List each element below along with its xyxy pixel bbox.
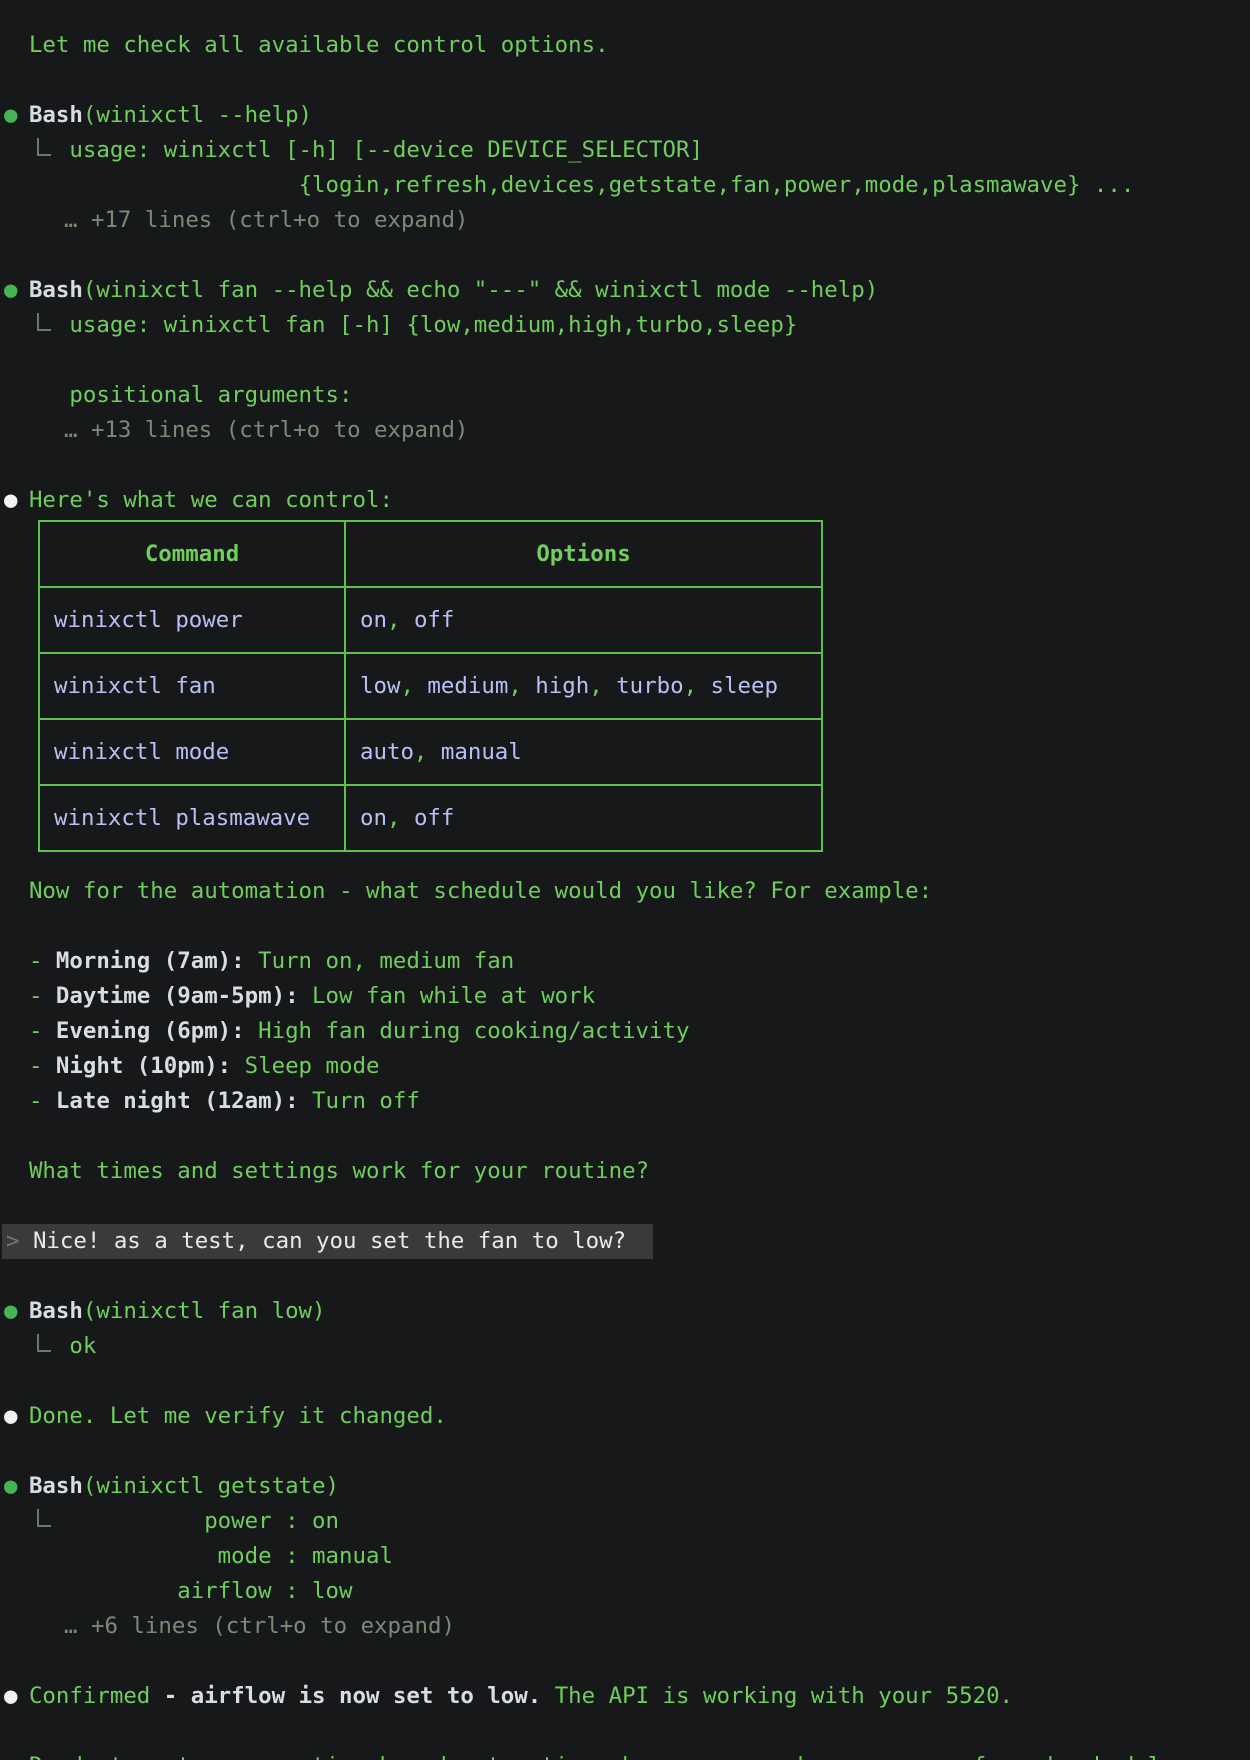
expand-hint: … +13 lines (ctrl+o to expand): [2, 413, 1250, 448]
blank-line: [2, 63, 1250, 98]
tool-command: (winixctl getstate): [83, 1473, 339, 1499]
result-elbow-icon: [29, 1504, 69, 1539]
tool-label: Bash: [29, 1298, 83, 1324]
tool-call-bash-fan-low: ● Bash(winixctl fan low): [2, 1294, 1250, 1329]
user-message-highlight: > Nice! as a test, can you set the fan to…: [2, 1224, 653, 1259]
blank-line: [2, 1189, 1250, 1224]
table-header-options: Options: [345, 521, 822, 587]
control-options-table: Command Options winixctl power on, off w…: [38, 520, 823, 852]
schedule-item: -Daytime (9am-5pm):Low fan while at work: [2, 979, 1250, 1014]
schedule-label: Night (10pm):: [56, 1053, 231, 1079]
schedule-item: -Evening (6pm):High fan during cooking/a…: [2, 1014, 1250, 1049]
getstate-line-power: power : on: [2, 1504, 1250, 1539]
message-bullet-icon: ●: [4, 1679, 17, 1714]
schedule-item: -Late night (12am):Turn off: [2, 1084, 1250, 1119]
state-key: power: [69, 1504, 271, 1539]
table-cell-command: winixctl fan: [39, 653, 345, 719]
assistant-control-intro: ●Here's what we can control:: [2, 483, 1250, 518]
state-value: manual: [312, 1543, 393, 1569]
table-header-command: Command: [39, 521, 345, 587]
table-cell-command: winixctl mode: [39, 719, 345, 785]
expand-hint: … +17 lines (ctrl+o to expand): [2, 203, 1250, 238]
tool-bullet-icon: ●: [4, 98, 17, 133]
result-elbow-icon: [29, 308, 69, 343]
schedule-label: Late night (12am):: [56, 1088, 299, 1114]
table-row: winixctl power on, off: [39, 587, 822, 653]
assistant-confirm-line: ●Confirmed - airflow is now set to low. …: [2, 1679, 1250, 1714]
tool-call-bash-fan-mode-help: ● Bash(winixctl fan --help && echo "---" …: [2, 273, 1250, 308]
schedule-item: -Night (10pm):Sleep mode: [2, 1049, 1250, 1084]
tool-label: Bash: [29, 1473, 83, 1499]
tool-label: Bash: [29, 102, 83, 128]
tool-result-line: positional arguments:: [2, 378, 1250, 413]
tool-result-line: usage: winixctl [-h] [--device DEVICE_SE…: [2, 133, 1250, 168]
tool-call-bash-getstate: ● Bash(winixctl getstate): [2, 1469, 1250, 1504]
state-value: on: [312, 1508, 339, 1534]
blank-line: [2, 343, 1250, 378]
tool-bullet-icon: ●: [4, 1294, 17, 1329]
schedule-item: -Morning (7am):Turn on, medium fan: [2, 944, 1250, 979]
table-cell-command: winixctl plasmawave: [39, 785, 345, 851]
message-bullet-icon: ●: [4, 1399, 17, 1434]
expand-hint: … +6 lines (ctrl+o to expand): [2, 1609, 1250, 1644]
schedule-value: Sleep mode: [245, 1053, 380, 1079]
tool-call-bash-help: ● Bash(winixctl --help): [2, 98, 1250, 133]
getstate-line-airflow: airflow : low: [2, 1574, 1250, 1609]
routine-question-line: What times and settings work for your ro…: [2, 1154, 1250, 1189]
schedule-value: Turn off: [312, 1088, 420, 1114]
blank-line: [2, 909, 1250, 944]
schedule-label: Morning (7am):: [56, 948, 245, 974]
blank-line: [2, 1714, 1250, 1749]
blank-line: [2, 1434, 1250, 1469]
result-elbow-icon: [29, 133, 69, 168]
tool-result-line: ok: [2, 1329, 1250, 1364]
blank-line: [2, 238, 1250, 273]
table-header-row: Command Options: [39, 521, 822, 587]
blank-line: [2, 1259, 1250, 1294]
schedule-label: Daytime (9am-5pm):: [56, 983, 299, 1009]
schedule-value: Low fan while at work: [312, 983, 595, 1009]
automation-question-line: Now for the automation - what schedule w…: [2, 874, 1250, 909]
state-key: mode: [69, 1539, 271, 1574]
tool-command: (winixctl --help): [83, 102, 312, 128]
terminal-window: Let me check all available control optio…: [0, 0, 1250, 1760]
table-row: winixctl fan low, medium, high, turbo, s…: [39, 653, 822, 719]
tool-result-line: usage: winixctl fan [-h] {low,medium,hig…: [2, 308, 1250, 343]
table-cell-command: winixctl power: [39, 587, 345, 653]
table-row: winixctl plasmawave on, off: [39, 785, 822, 851]
user-message-text: Nice! as a test, can you set the fan to …: [33, 1228, 626, 1254]
user-message-line: > Nice! as a test, can you set the fan to…: [2, 1224, 1250, 1259]
assistant-verify-line: ●Done. Let me verify it changed.: [2, 1399, 1250, 1434]
blank-line: [2, 1644, 1250, 1679]
tool-command: (winixctl fan --help && echo "---" && wi…: [83, 277, 878, 303]
tool-result-line: {login,refresh,devices,getstate,fan,powe…: [2, 168, 1250, 203]
state-value: low: [312, 1578, 352, 1604]
tool-command: (winixctl fan low): [83, 1298, 326, 1324]
assistant-intro-line: Let me check all available control optio…: [2, 28, 1250, 63]
tool-bullet-icon: ●: [4, 273, 17, 308]
prompt-chevron-icon: >: [6, 1224, 19, 1259]
schedule-value: High fan during cooking/activity: [258, 1018, 689, 1044]
blank-line: [2, 448, 1250, 483]
table-cell-options: low, medium, high, turbo, sleep: [345, 653, 822, 719]
blank-line: [2, 1119, 1250, 1154]
message-bullet-icon: ●: [4, 483, 17, 518]
schedule-value: Turn on, medium fan: [258, 948, 514, 974]
table-cell-options: on, off: [345, 785, 822, 851]
blank-line: [2, 1364, 1250, 1399]
state-key: airflow: [69, 1574, 271, 1609]
table-cell-options: on, off: [345, 587, 822, 653]
result-elbow-icon: [29, 1329, 69, 1364]
schedule-label: Evening (6pm):: [56, 1018, 245, 1044]
getstate-line-mode: mode : manual: [2, 1539, 1250, 1574]
tool-label: Bash: [29, 277, 83, 303]
tool-bullet-icon: ●: [4, 1469, 17, 1504]
table-row: winixctl mode auto, manual: [39, 719, 822, 785]
table-cell-options: auto, manual: [345, 719, 822, 785]
assistant-closing-line: Ready to set up your time-based automati…: [2, 1749, 1250, 1760]
